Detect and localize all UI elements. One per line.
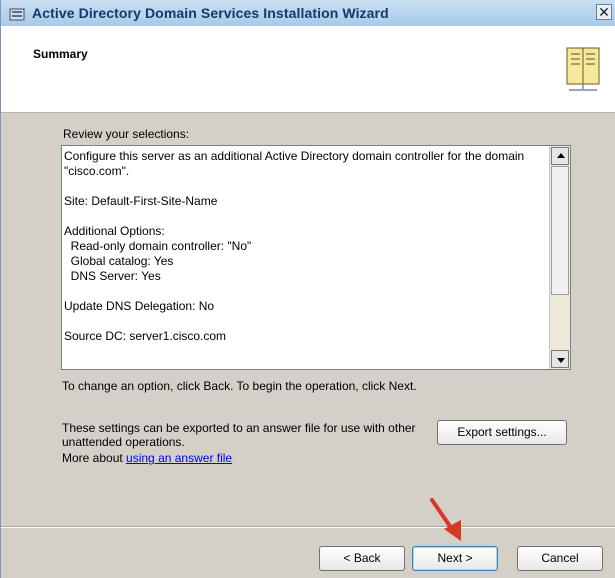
title-bar: Active Directory Domain Services Install… [1,0,615,27]
close-button[interactable]: ✕ [596,4,612,20]
scroll-up-button[interactable] [551,147,569,165]
summary-textbox[interactable]: Configure this server as an additional A… [61,145,571,370]
summary-scrollbar[interactable] [549,146,570,369]
back-button[interactable]: < Back [319,546,405,571]
footer-separator [1,526,615,528]
window-title: Active Directory Domain Services Install… [32,5,389,21]
scroll-down-button[interactable] [551,350,569,368]
down-arrow-icon [557,358,565,363]
page-title: Summary [33,47,88,61]
cancel-button[interactable]: Cancel [517,546,603,571]
next-button[interactable]: Next > [412,546,498,571]
summary-text: Configure this server as an additional A… [64,149,525,343]
answer-file-link[interactable]: using an answer file [126,451,232,465]
server-icon [9,8,25,21]
more-about-prefix: More about [62,451,127,465]
review-label: Review your selections: [63,127,190,141]
more-about-line: More about using an answer file [62,451,232,465]
red-arrow-icon [430,498,461,541]
export-settings-button[interactable]: Export settings... [437,420,567,445]
book-network-icon [566,47,600,91]
wizard-header: Summary [1,26,615,113]
export-note: These settings can be exported to an ans… [62,421,416,449]
scroll-thumb[interactable] [551,166,569,295]
wizard-window: Active Directory Domain Services Install… [0,0,615,578]
change-note: To change an option, click Back. To begi… [62,379,417,393]
up-arrow-icon [557,153,565,158]
